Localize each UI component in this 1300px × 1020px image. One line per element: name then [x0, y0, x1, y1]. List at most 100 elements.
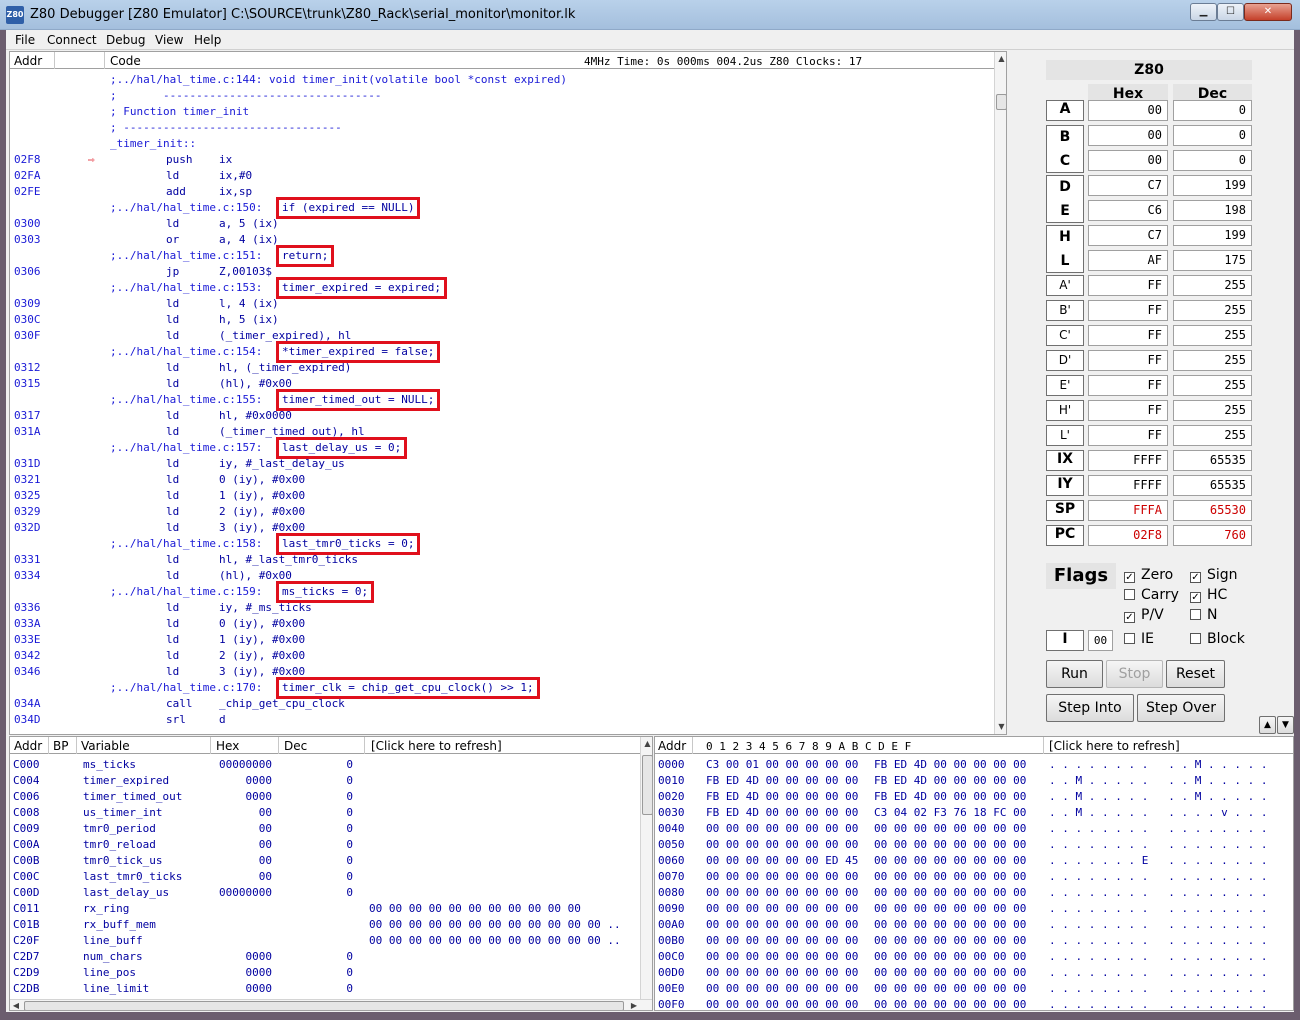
checkbox-icon[interactable]: ✓: [1190, 592, 1201, 603]
memory-row[interactable]: 0030 FB ED 4D 00 00 00 00 00 C3 04 02 F3 7…: [655, 805, 1293, 821]
reg-dec-field[interactable]: 255: [1173, 300, 1252, 321]
vars-refresh[interactable]: [Click here to refresh]: [371, 739, 502, 753]
code-line[interactable]: ;../hal/hal_time.c:157: last_delay_us = 0…: [10, 437, 994, 459]
code-line[interactable]: ; ---------------------------------: [10, 120, 994, 136]
code-header-code[interactable]: Code: [110, 54, 141, 68]
scroll-down-button[interactable]: ▼: [1277, 716, 1294, 734]
reg-dec-field[interactable]: 175: [1173, 250, 1252, 271]
reg-dec-field[interactable]: 255: [1173, 350, 1252, 371]
code-line[interactable]: 032D ld 3 (iy), #0x00: [10, 520, 994, 536]
scroll-down-icon[interactable]: ▼: [995, 722, 1006, 731]
code-line[interactable]: 0306 jp Z,00103$: [10, 264, 994, 280]
flag-hc[interactable]: ✓ HC: [1190, 587, 1227, 603]
variable-row[interactable]: C008 us_timer_int 00 0: [10, 805, 640, 821]
code-line[interactable]: 034A call _chip_get_cpu_clock: [10, 696, 994, 712]
menu-connect[interactable]: Connect: [47, 33, 97, 47]
maximize-button[interactable]: ☐: [1217, 3, 1244, 21]
code-line[interactable]: 030C ld h, 5 (ix): [10, 312, 994, 328]
reg-dec-field[interactable]: 255: [1173, 325, 1252, 346]
flag-carry[interactable]: Carry: [1124, 587, 1179, 603]
code-line[interactable]: ;../hal/hal_time.c:153: timer_expired = e…: [10, 277, 994, 299]
reg-dec-field[interactable]: 199: [1173, 175, 1252, 196]
reg-dec-field[interactable]: 0: [1173, 125, 1252, 146]
variable-row[interactable]: C004 timer_expired 0000 0: [10, 773, 640, 789]
reg-dec-field[interactable]: 760: [1173, 525, 1252, 546]
checkbox-icon[interactable]: [1190, 633, 1201, 644]
code-pane[interactable]: Addr Code 4MHz Time: 0s 000ms 004.2us Z8…: [9, 51, 1007, 735]
vars-header-dec[interactable]: Dec: [284, 739, 307, 753]
checkbox-icon[interactable]: ✓: [1124, 612, 1135, 623]
code-line[interactable]: ; Function timer_init: [10, 104, 994, 120]
code-line[interactable]: 030F ld (_timer_expired), hl: [10, 328, 994, 344]
reg-dec-field[interactable]: 255: [1173, 400, 1252, 421]
code-line[interactable]: ;../hal/hal_time.c:158: last_tmr0_ticks =…: [10, 533, 994, 555]
reg-hex-field[interactable]: C7: [1088, 175, 1168, 196]
reg-hex-field[interactable]: 02F8: [1088, 525, 1168, 546]
memory-row[interactable]: 0040 00 00 00 00 00 00 00 00 00 00 00 00 0…: [655, 821, 1293, 837]
code-line[interactable]: 0303 or a, 4 (ix): [10, 232, 994, 248]
reg-dec-field[interactable]: 65535: [1173, 475, 1252, 496]
variable-row[interactable]: C2D7 num_chars 0000 0: [10, 949, 640, 965]
reg-dec-field[interactable]: 198: [1173, 200, 1252, 221]
reg-dec-field[interactable]: 0: [1173, 150, 1252, 171]
code-line[interactable]: 0329 ld 2 (iy), #0x00: [10, 504, 994, 520]
code-line[interactable]: 0309 ld l, 4 (ix): [10, 296, 994, 312]
reg-hex-field[interactable]: FFFA: [1088, 500, 1168, 521]
scroll-up-icon[interactable]: ▲: [995, 54, 1006, 63]
reg-hex-field[interactable]: FF: [1088, 400, 1168, 421]
reg-dec-field[interactable]: 0: [1173, 100, 1252, 121]
memory-row[interactable]: 00B0 00 00 00 00 00 00 00 00 00 00 00 00 0…: [655, 933, 1293, 949]
menu-help[interactable]: Help: [194, 33, 221, 47]
reg-hex-field[interactable]: 00: [1088, 100, 1168, 121]
variable-row[interactable]: C00C last_tmr0_ticks 00 0: [10, 869, 640, 885]
checkbox-icon[interactable]: [1124, 589, 1135, 600]
code-line[interactable]: ;../hal/hal_time.c:170: timer_clk = chip_…: [10, 677, 994, 699]
code-line[interactable]: ;../hal/hal_time.c:150: if (expired == NU…: [10, 197, 994, 219]
variable-row[interactable]: C2DB line_limit 0000 0: [10, 981, 640, 997]
mem-refresh[interactable]: [Click here to refresh]: [1049, 739, 1180, 753]
variable-row[interactable]: C011 rx_ring 00 00 00 00 00 00 00 00 00 00…: [10, 901, 640, 917]
reg-hex-field[interactable]: 00: [1088, 150, 1168, 171]
code-lines[interactable]: ;../hal/hal_time.c:144: void timer_init(…: [10, 72, 994, 734]
reg-hex-field[interactable]: 00: [1088, 125, 1168, 146]
reg-dec-field[interactable]: 255: [1173, 425, 1252, 446]
memory-row[interactable]: 00A0 00 00 00 00 00 00 00 00 00 00 00 00 0…: [655, 917, 1293, 933]
code-line[interactable]: 02FA ld ix,#0: [10, 168, 994, 184]
code-line[interactable]: ; ---------------------------------: [10, 88, 994, 104]
scroll-up-button[interactable]: ▲: [1259, 716, 1276, 734]
reset-button[interactable]: Reset: [1166, 660, 1225, 688]
code-line[interactable]: 02F8 ⇨ push ix: [10, 152, 994, 168]
code-line[interactable]: 034D srl d: [10, 712, 994, 728]
memory-row[interactable]: 0020 FB ED 4D 00 00 00 00 00 FB ED 4D 00 0…: [655, 789, 1293, 805]
close-button[interactable]: ✕: [1244, 3, 1292, 21]
code-line[interactable]: ;../hal/hal_time.c:154: *timer_expired = …: [10, 341, 994, 363]
minimize-button[interactable]: ▁: [1190, 3, 1217, 21]
reg-hex-field[interactable]: FF: [1088, 300, 1168, 321]
reg-dec-field[interactable]: 199: [1173, 225, 1252, 246]
mem-header-addr[interactable]: Addr: [658, 739, 686, 753]
vars-scroll-thumb[interactable]: [642, 755, 652, 815]
memory-row[interactable]: 00D0 00 00 00 00 00 00 00 00 00 00 00 00 0…: [655, 965, 1293, 981]
flag-sign[interactable]: ✓ Sign: [1190, 567, 1238, 583]
variable-row[interactable]: C00A tmr0_reload 00 0: [10, 837, 640, 853]
code-line[interactable]: 0317 ld hl, #0x0000: [10, 408, 994, 424]
checkbox-icon[interactable]: [1124, 633, 1135, 644]
reg-hex-field[interactable]: FFFF: [1088, 450, 1168, 471]
memory-pane[interactable]: Addr 0 1 2 3 4 5 6 7 8 9 A B C D E F [Cl…: [654, 736, 1294, 1011]
code-line[interactable]: 033A ld 0 (iy), #0x00: [10, 616, 994, 632]
code-line[interactable]: 0331 ld hl, #_last_tmr0_ticks: [10, 552, 994, 568]
code-line[interactable]: ;../hal/hal_time.c:151: return;: [10, 245, 994, 267]
code-line[interactable]: 0300 ld a, 5 (ix): [10, 216, 994, 232]
memory-row[interactable]: 00F0 00 00 00 00 00 00 00 00 00 00 00 00 0…: [655, 997, 1293, 1010]
reg-i-value[interactable]: 00: [1088, 630, 1113, 651]
code-header-addr[interactable]: Addr: [14, 54, 42, 68]
menu-debug[interactable]: Debug: [106, 33, 145, 47]
run-button[interactable]: Run: [1046, 660, 1103, 688]
memory-row[interactable]: 00E0 00 00 00 00 00 00 00 00 00 00 00 00 0…: [655, 981, 1293, 997]
code-line[interactable]: 031D ld iy, #_last_delay_us: [10, 456, 994, 472]
memory-row[interactable]: 0060 00 00 00 00 00 00 ED 45 00 00 00 00 0…: [655, 853, 1293, 869]
flag-zero[interactable]: ✓ Zero: [1124, 567, 1173, 583]
code-scroll-thumb[interactable]: [996, 94, 1006, 110]
reg-hex-field[interactable]: FF: [1088, 325, 1168, 346]
flag-n[interactable]: N: [1190, 607, 1217, 623]
